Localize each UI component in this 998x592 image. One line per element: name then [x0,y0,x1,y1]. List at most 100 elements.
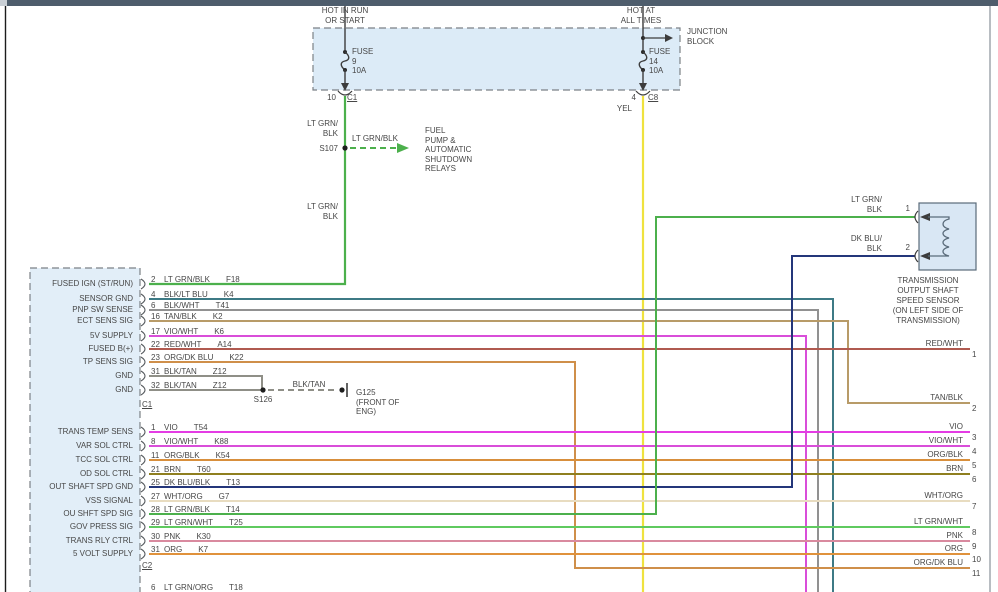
wire-color: VIO/WHT [164,437,198,446]
circuit-code: G7 [219,492,230,501]
right-wire-label: TAN/BLK [850,393,963,403]
fuse9-label: FUSE 9 10A [352,47,373,76]
wire-blk-wht-t41 [149,310,818,592]
pin-number: 30 [151,532,164,541]
circuit-code: K4 [224,290,234,299]
pcm-function-label: OUT SHAFT SPD GND [30,482,133,491]
pin-number: 31 [151,545,164,554]
fuel-pump-relays-label: FUEL PUMP & AUTOMATIC SHUTDOWN RELAYS [425,126,472,174]
pcm-function-label: TRANS RLY CTRL [30,536,133,545]
pcm-function-label: TP SENS SIG [30,357,133,366]
wire-org-dk-blu-k22 [149,362,970,568]
frame-top-corner [0,0,7,6]
hot-at-all-times-label: HOT AT ALL TIMES [593,6,689,25]
pin-number: 22 [151,340,164,349]
wire-color: ORG [164,545,182,554]
pcm-function-label: VAR SOL CTRL [30,441,133,450]
s107-branch-wire-label: LT GRN/BLK [352,134,398,144]
circuit-code: Z12 [213,381,227,390]
wire-row-label: 6LT GRN/ORGT18 [151,583,243,592]
fuse14-pin-number: 4 [620,93,636,103]
wire-color: ORG/DK BLU [164,353,213,362]
pcm-function-label: SENSOR GND [30,294,133,303]
right-wire-label: BRN [850,464,963,474]
pcm-function-label: OU SHFT SPD SIG [30,509,133,518]
g125-ground-label: G125 (FRONT OF ENG) [356,388,399,417]
pcm-function-label: VSS SIGNAL [30,496,133,505]
pin-number: 29 [151,518,164,527]
circuit-code: T54 [194,423,208,432]
pcm-function-label: 5V SUPPLY [30,331,133,340]
wire-color: BRN [164,465,181,474]
wire-row-label: 27WHT/ORGG7 [151,492,229,502]
hot-in-run-label: HOT IN RUN OR START [295,6,395,25]
wire-color: LT GRN/BLK [164,275,210,284]
right-pin-number: 6 [972,475,986,485]
s126-label: S126 [246,395,280,405]
circuit-code: T41 [216,301,230,310]
pin-number: 31 [151,367,164,376]
circuit-code: K88 [214,437,228,446]
circuit-code: K30 [196,532,210,541]
pin-number: 1 [151,423,164,432]
pcm-function-label: GND [30,385,133,394]
circuit-code: K7 [198,545,208,554]
right-pin-number: 8 [972,528,986,538]
wire-row-label: 4BLK/LT BLUK4 [151,290,234,300]
right-wire-label: RED/WHT [850,339,963,349]
pcm-function-label: TCC SOL CTRL [30,455,133,464]
wire-row-label: 2LT GRN/BLKF18 [151,275,240,285]
connector-c1-id: C1 [142,400,152,410]
wire-color: BLK/TAN [164,367,197,376]
right-wire-label: PNK [850,531,963,541]
right-pin-number: 11 [972,569,986,579]
right-wire-label: VIO [850,422,963,432]
circuit-code: A14 [217,340,231,349]
diagram-drawing [0,0,998,592]
circuit-code: K22 [229,353,243,362]
pcm-function-label: PNP SW SENSE [30,305,133,314]
wire-row-label: 8VIO/WHT K88 [151,437,228,447]
fuse9-pin-number: 10 [318,93,336,103]
circuit-code: T60 [197,465,211,474]
pin-number: 8 [151,437,164,446]
splice-s107-dot [342,145,347,150]
wire-color: VIO [164,423,178,432]
wire-color: PNK [164,532,180,541]
pin-number: 25 [151,478,164,487]
speed-sensor-box [919,203,976,270]
pcm-pin-brackets [141,279,145,559]
right-wire-label: VIO/WHT [850,436,963,446]
connector-c2-id: C2 [142,561,152,571]
circuit-code: K2 [213,312,223,321]
sensor-caption: TRANSMISSION OUTPUT SHAFT SPEED SENSOR (… [874,276,982,326]
wire-row-label: 17VIO/WHTK6 [151,327,224,337]
wire-color: DK BLU/BLK [164,478,210,487]
right-wire-label: WHT/ORG [850,491,963,501]
wire-color: WHT/ORG [164,492,203,501]
right-wire-label: ORG/BLK [850,450,963,460]
wire-row-label: 6BLK/WHTT41 [151,301,229,311]
fuse14-label: FUSE 14 10A [649,47,670,76]
right-pin-number: 5 [972,461,986,471]
sensor-pin2-number: 2 [900,243,910,253]
circuit-code: T13 [226,478,240,487]
pin-number: 2 [151,275,164,284]
wire-color: BLK/LT BLU [164,290,208,299]
wire-color: ORG/BLK [164,451,200,460]
right-pin-number: 3 [972,433,986,443]
right-pin-number: 2 [972,404,986,414]
sensor-pin-brackets [915,211,918,262]
fuse9-connector-id: C1 [347,93,357,103]
wire-row-label: 31ORG K7 [151,545,208,555]
pin-number: 16 [151,312,164,321]
s107-label: S107 [300,144,338,154]
wire-row-label: 11ORG/BLKK54 [151,451,230,461]
yel-wire-label: YEL [598,104,632,114]
fuse14-connector-id: C8 [648,93,658,103]
wire-lt-grn-blk-t14 [149,217,915,514]
wire-row-label: 22RED/WHTA14 [151,340,232,350]
wire-row-label: 30PNK K30 [151,532,211,542]
circuit-code: K6 [214,327,224,336]
wire-color: BLK/TAN [164,381,197,390]
